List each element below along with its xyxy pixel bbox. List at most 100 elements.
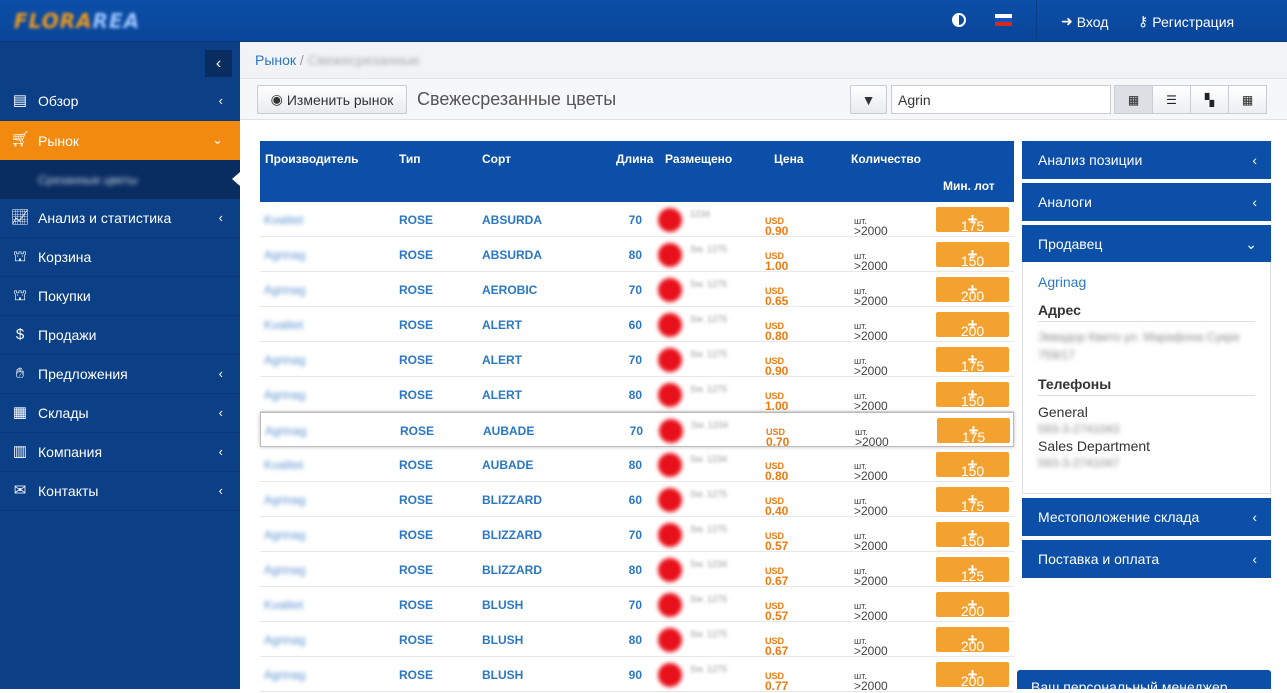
sort-cell[interactable]: BLUSH [482, 633, 523, 647]
col-price[interactable]: Цена [774, 152, 804, 166]
sort-cell[interactable]: ALERT [482, 388, 522, 402]
sidebar-item-overview[interactable]: ▤ Обзор ‹ [0, 82, 240, 121]
sidebar-collapse-button[interactable]: ‹ [205, 50, 232, 77]
flower-thumbnail[interactable] [658, 383, 682, 407]
view-list-button[interactable]: ☰ [1152, 85, 1191, 114]
table-row[interactable]: Kvalitet ROSE ABSURDA 70 1234 0.90 USD >2000 ш… [260, 202, 1014, 238]
flower-thumbnail[interactable] [659, 419, 683, 443]
sidebar-item-contacts[interactable]: ✉ Контакты ‹ [0, 472, 240, 511]
col-length[interactable]: Длина [616, 152, 653, 166]
sort-cell[interactable]: ABSURDA [482, 248, 542, 262]
type-cell[interactable]: ROSE [399, 563, 433, 577]
add-lot-button[interactable]: +200 [936, 312, 1009, 339]
table-row[interactable]: Kvalitet ROSE ALERT 60 Sw. 1275 0.80 USD >2000… [260, 307, 1014, 343]
add-lot-button[interactable]: +200 [936, 662, 1009, 689]
flower-thumbnail[interactable] [658, 663, 682, 687]
sort-cell[interactable]: AEROBIC [482, 283, 537, 297]
sidebar-item-analytics[interactable]: 📈︎ Анализ и статистика ‹ [0, 199, 240, 238]
sidebar-item-basket[interactable]: ⛫ Корзина [0, 238, 240, 277]
add-lot-button[interactable]: +125 [936, 557, 1009, 584]
col-type[interactable]: Тип [399, 152, 421, 166]
sidebar-item-company[interactable]: ▥ Компания ‹ [0, 433, 240, 472]
add-lot-button[interactable]: +175 [937, 418, 1010, 445]
table-row[interactable]: Agrinag ROSE AEROBIC 70 Sw. 1275 0.65 USD >200… [260, 272, 1014, 308]
login-link[interactable]: ➜ Вход [1061, 13, 1108, 30]
flower-thumbnail[interactable] [658, 488, 682, 512]
flower-thumbnail[interactable] [658, 313, 682, 337]
producer-cell[interactable]: Kvalitet [264, 213, 303, 227]
table-row[interactable]: Agrinag ROSE BLUSH 80 Sw. 1275 0.67 USD >2000 … [260, 622, 1014, 658]
personal-manager-tab[interactable]: Ваш персональный менеджер [1017, 670, 1271, 689]
type-cell[interactable]: ROSE [399, 318, 433, 332]
col-min-lot[interactable]: Мин. лот [943, 179, 995, 193]
add-lot-button[interactable]: +200 [936, 277, 1009, 304]
table-row[interactable]: Agrinag ROSE BLIZZARD 60 Sw. 1275 0.40 USD >20… [260, 482, 1014, 518]
logo[interactable]: FLORAREA [14, 9, 140, 33]
sort-cell[interactable]: ABSURDA [482, 213, 542, 227]
sidebar-item-sales[interactable]: $ Продажи [0, 316, 240, 355]
producer-cell[interactable]: Agrinag [264, 493, 305, 507]
producer-cell[interactable]: Agrinag [264, 388, 305, 402]
sidebar-item-warehouses[interactable]: ▦ Склады ‹ [0, 394, 240, 433]
contrast-icon[interactable] [952, 13, 966, 27]
type-cell[interactable]: ROSE [399, 283, 433, 297]
flower-thumbnail[interactable] [658, 208, 682, 232]
sort-cell[interactable]: AUBADE [483, 424, 534, 438]
add-lot-button[interactable]: +150 [936, 522, 1009, 549]
flower-thumbnail[interactable] [658, 628, 682, 652]
change-market-button[interactable]: ◉ Изменить рынок [257, 85, 407, 114]
add-lot-button[interactable]: +200 [936, 627, 1009, 654]
col-quantity[interactable]: Количество [851, 152, 921, 166]
add-lot-button[interactable]: +200 [936, 592, 1009, 619]
producer-cell[interactable]: Agrinag [264, 528, 305, 542]
panel-analogs[interactable]: Аналоги ‹ [1022, 183, 1271, 221]
type-cell[interactable]: ROSE [399, 633, 433, 647]
col-producer[interactable]: Производитель [265, 152, 359, 166]
producer-cell[interactable]: Agrinag [264, 353, 305, 367]
type-cell[interactable]: ROSE [400, 424, 434, 438]
type-cell[interactable]: ROSE [399, 493, 433, 507]
sort-cell[interactable]: BLUSH [482, 668, 523, 682]
filter-button[interactable]: ▼ [850, 85, 887, 114]
table-row[interactable]: Agrinag ROSE BLIZZARD 70 Sw. 1275 0.57 USD >20… [260, 517, 1014, 553]
producer-cell[interactable]: Agrinag [265, 424, 306, 438]
table-row[interactable]: Agrinag ROSE AUBADE 70 Sw. 1234 0.70 USD >2000… [260, 412, 1014, 449]
table-row[interactable]: Agrinag ROSE BLUSH 90 Sw. 1275 0.77 USD >2000 … [260, 657, 1014, 693]
table-row[interactable]: Agrinag ROSE BLIZZARD 80 Sw. 1234 0.67 USD >20… [260, 552, 1014, 588]
producer-cell[interactable]: Kvalitet [264, 458, 303, 472]
panel-seller[interactable]: Продавец ⌄ [1022, 225, 1271, 263]
sort-cell[interactable]: BLIZZARD [482, 563, 542, 577]
flower-thumbnail[interactable] [658, 243, 682, 267]
table-row[interactable]: Kvalitet ROSE AUBADE 80 Sw. 1234 0.80 USD >200… [260, 447, 1014, 483]
type-cell[interactable]: ROSE [399, 213, 433, 227]
sort-cell[interactable]: AUBADE [482, 458, 533, 472]
producer-cell[interactable]: Agrinag [264, 633, 305, 647]
view-table-button[interactable]: ▦ [1114, 85, 1153, 114]
sidebar-subitem-cut-flowers[interactable]: Срезанные цветы [0, 160, 240, 199]
seller-name-link[interactable]: Agrinag [1038, 274, 1255, 290]
search-input[interactable]: Agrin [891, 85, 1111, 114]
producer-cell[interactable]: Agrinag [264, 283, 305, 297]
view-grid-button[interactable]: ▚ [1190, 85, 1229, 114]
producer-cell[interactable]: Agrinag [264, 668, 305, 682]
add-lot-button[interactable]: +175 [936, 347, 1009, 374]
register-link[interactable]: ⚷ Регистрация [1138, 13, 1234, 30]
table-row[interactable]: Agrinag ROSE ALERT 70 Sw. 1275 0.90 USD >2000 … [260, 342, 1014, 378]
table-row[interactable]: Agrinag ROSE ABSURDA 80 Sw. 1275 1.00 USD >200… [260, 237, 1014, 273]
sort-cell[interactable]: BLIZZARD [482, 493, 542, 507]
add-lot-button[interactable]: +150 [936, 452, 1009, 479]
type-cell[interactable]: ROSE [399, 528, 433, 542]
table-row[interactable]: Agrinag ROSE ALERT 80 Sw. 1275 1.00 USD >2000 … [260, 377, 1014, 413]
sidebar-item-offers[interactable]: ✋︎ Предложения ‹ [0, 355, 240, 394]
sidebar-item-purchases[interactable]: ⛫ Покупки [0, 277, 240, 316]
sort-cell[interactable]: BLIZZARD [482, 528, 542, 542]
table-row[interactable]: Kvalitet ROSE BLUSH 70 Sw. 1275 0.57 USD >2000… [260, 587, 1014, 623]
sidebar-item-market[interactable]: 🛒︎ Рынок ⌄ [0, 121, 240, 160]
russian-flag-icon[interactable] [995, 14, 1012, 26]
sort-cell[interactable]: ALERT [482, 353, 522, 367]
type-cell[interactable]: ROSE [399, 668, 433, 682]
producer-cell[interactable]: Agrinag [264, 248, 305, 262]
col-sort[interactable]: Сорт [482, 152, 511, 166]
breadcrumb-market-link[interactable]: Рынок [255, 52, 296, 68]
flower-thumbnail[interactable] [658, 348, 682, 372]
